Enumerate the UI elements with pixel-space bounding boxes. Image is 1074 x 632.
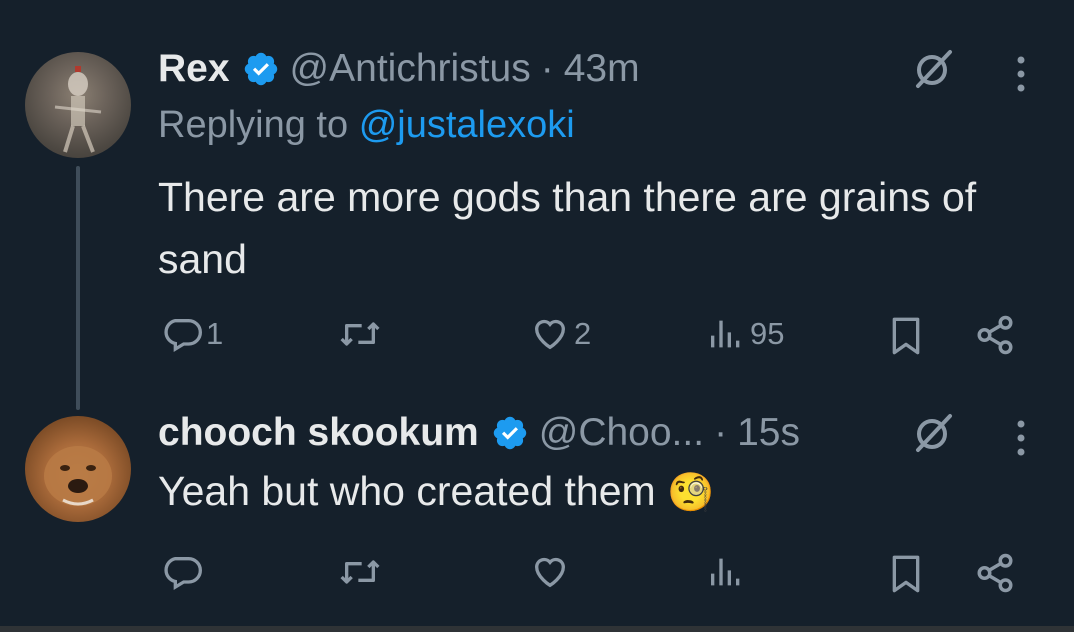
- tweet[interactable]: chooch skookum @Choo... · 15s Yeah but w…: [0, 400, 1074, 626]
- verified-badge-icon: [242, 50, 280, 88]
- avatar[interactable]: [25, 52, 131, 158]
- share-icon: [977, 553, 1013, 593]
- user-handle[interactable]: @Choo...: [539, 411, 704, 455]
- separator: ·: [540, 47, 554, 90]
- tweet-header: chooch skookum @Choo... · 15s: [158, 408, 800, 458]
- replying-prefix: Replying to: [158, 104, 349, 146]
- share-icon: [977, 315, 1013, 355]
- tweet-header: Rex @Antichristus · 43m: [158, 44, 640, 94]
- more-options-icon[interactable]: [1014, 418, 1028, 458]
- reply-count: 1: [206, 316, 224, 351]
- divider: [0, 626, 1074, 632]
- tweet-text-container: Yeah but who created them 🧐: [158, 460, 714, 524]
- timestamp[interactable]: 43m: [564, 47, 640, 91]
- action-bar: [0, 552, 1074, 602]
- like-button[interactable]: 2: [530, 314, 591, 354]
- views-icon: [711, 320, 740, 348]
- tweet-text: There are more gods than there are grain…: [158, 174, 977, 282]
- grok-icon[interactable]: [910, 410, 956, 456]
- like-count: 2: [574, 316, 592, 351]
- more-options-icon[interactable]: [1014, 54, 1028, 94]
- grok-icon[interactable]: [910, 46, 956, 92]
- retweet-icon: [340, 322, 380, 346]
- views-icon: [711, 558, 740, 586]
- views-button[interactable]: [706, 552, 750, 592]
- retweet-button[interactable]: [338, 314, 386, 354]
- bookmark-button[interactable]: [886, 314, 926, 358]
- like-icon: [534, 557, 566, 588]
- share-button[interactable]: [974, 314, 1016, 356]
- display-name[interactable]: Rex: [158, 47, 230, 91]
- verified-badge-icon: [491, 414, 529, 452]
- like-icon: [534, 319, 566, 350]
- bookmark-icon: [892, 317, 920, 355]
- tweet[interactable]: Rex @Antichristus · 43m Replying to @jus…: [0, 0, 1074, 410]
- thread-line: [76, 166, 80, 410]
- reply-icon: [164, 557, 202, 590]
- reply-icon: [164, 319, 202, 352]
- user-handle[interactable]: @Antichristus: [290, 47, 531, 91]
- replying-mention-link[interactable]: @justalexoki: [359, 104, 575, 146]
- avatar[interactable]: [25, 416, 131, 522]
- display-name[interactable]: chooch skookum: [158, 411, 479, 455]
- retweet-button[interactable]: [338, 552, 386, 592]
- separator: ·: [714, 411, 728, 454]
- bookmark-icon: [892, 555, 920, 593]
- reply-button[interactable]: [162, 552, 206, 592]
- action-bar: 1 2 95: [0, 314, 1074, 364]
- reply-button[interactable]: 1: [162, 314, 223, 354]
- bookmark-button[interactable]: [886, 552, 926, 596]
- share-button[interactable]: [974, 552, 1016, 594]
- timestamp[interactable]: 15s: [737, 411, 800, 455]
- view-count: 95: [750, 316, 785, 351]
- monocle-face-emoji: 🧐: [667, 472, 715, 514]
- tweet-text: Yeah but who created them: [158, 468, 656, 514]
- views-button[interactable]: 95: [706, 314, 784, 354]
- retweet-icon: [340, 560, 380, 584]
- like-button[interactable]: [530, 552, 574, 592]
- replying-to: Replying to @justalexoki: [158, 104, 575, 147]
